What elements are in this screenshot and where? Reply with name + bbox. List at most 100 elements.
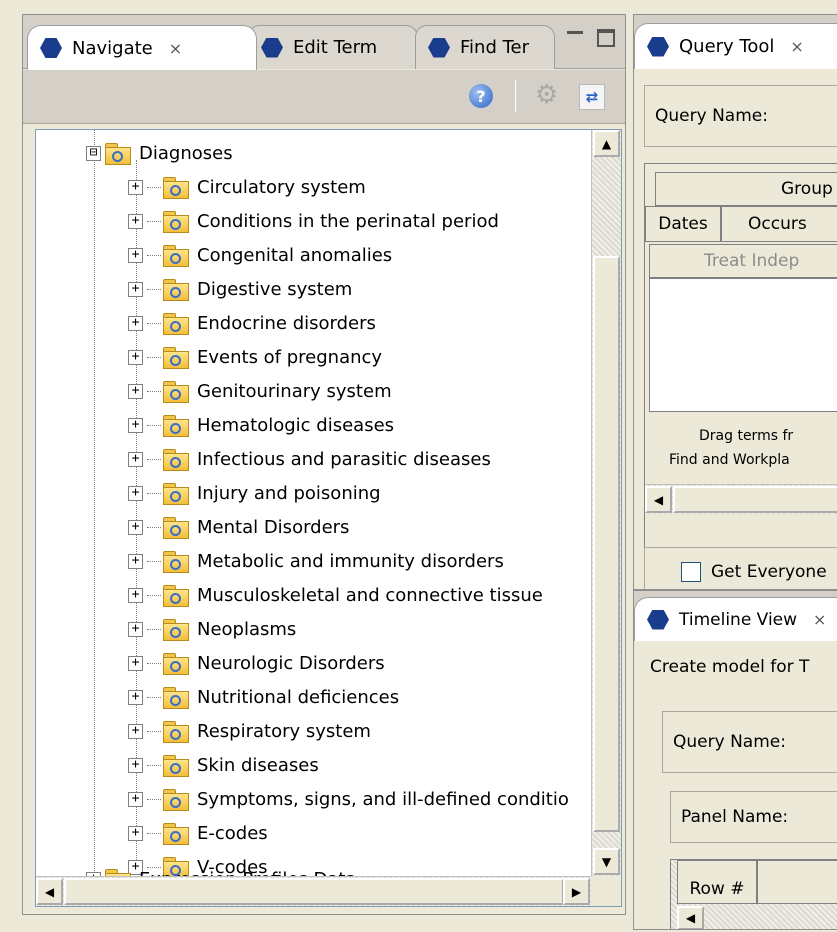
scroll-thumb[interactable] (593, 256, 620, 832)
help-icon[interactable]: ? (469, 84, 493, 108)
expand-icon[interactable]: + (128, 519, 143, 535)
tree-node-label: Genitourinary system (197, 380, 392, 402)
navigate-toolbar: ? ⚙ ⇄ (23, 70, 625, 124)
scroll-left-icon[interactable]: ◀ (677, 906, 704, 929)
tree-node-child[interactable]: + Symptoms, signs, and ill-defined condit… (128, 782, 569, 816)
sync-icon[interactable]: ⇄ (579, 84, 605, 110)
expand-icon[interactable]: + (128, 587, 143, 603)
maximize-icon[interactable] (597, 29, 615, 47)
scroll-down-icon[interactable]: ▼ (593, 848, 620, 875)
timeline-table: Row # ◀ (670, 859, 837, 929)
row-number-header[interactable]: Row # (677, 860, 757, 904)
tree-node-child[interactable]: + Respiratory system (128, 714, 371, 748)
navigate-tab-bar: Navigate ⨯ Edit Term Find Ter (23, 15, 625, 70)
gear-icon[interactable]: ⚙ (535, 82, 558, 108)
tree-node-label: Digestive system (197, 278, 353, 300)
query-drop-area[interactable] (649, 278, 837, 412)
expand-icon[interactable]: + (128, 451, 143, 467)
expand-icon[interactable]: + (128, 417, 143, 433)
expand-icon[interactable]: + (128, 281, 143, 297)
occurs-button[interactable]: Occurs (721, 206, 837, 242)
tree-node-child[interactable]: + Injury and poisoning (128, 476, 381, 510)
panel-name-label: Panel Name: (681, 807, 789, 827)
tree-node-child[interactable]: + Skin diseases (128, 748, 319, 782)
tree-connector (147, 424, 161, 426)
folder-icon (163, 415, 189, 437)
tree-node-child[interactable]: + Neoplasms (128, 612, 296, 646)
expand-icon[interactable]: + (128, 553, 143, 569)
tree-node-child[interactable]: + Events of pregnancy (128, 340, 382, 374)
tab-find-terms[interactable]: Find Ter (415, 25, 555, 69)
scroll-left-icon[interactable]: ◀ (645, 486, 672, 513)
tree-node-child[interactable]: + Genitourinary system (128, 374, 392, 408)
tree-node-child[interactable]: + Infectious and parasitic diseases (128, 442, 491, 476)
expand-icon[interactable]: + (128, 247, 143, 263)
expand-icon[interactable]: + (128, 791, 143, 807)
tree-node-child[interactable]: + Mental Disorders (128, 510, 349, 544)
scroll-right-icon[interactable]: ▶ (563, 878, 590, 905)
tree-vertical-scrollbar[interactable]: ▲ ▼ (591, 130, 621, 877)
tree-node-child[interactable]: + Neurologic Disorders (128, 646, 385, 680)
tree-node-child[interactable]: + Musculoskeletal and connective tissue (128, 578, 543, 612)
tree-node-label: Neoplasms (197, 618, 297, 640)
tree-node-child[interactable]: + Hematologic diseases (128, 408, 394, 442)
folder-icon (163, 789, 189, 811)
tree-node-child[interactable]: + Circulatory system (128, 170, 366, 204)
dates-button[interactable]: Dates (645, 206, 721, 242)
group-header[interactable]: Group (655, 172, 837, 206)
get-everyone-row[interactable]: Get Everyone (644, 547, 837, 589)
view-hex-icon (647, 36, 669, 57)
expand-icon[interactable]: + (128, 655, 143, 671)
tab-navigate[interactable]: Navigate ⨯ (27, 25, 257, 70)
tree-node-child[interactable]: + Congenital anomalies (128, 238, 392, 272)
tab-query-tool[interactable]: Query Tool ⨯ (634, 23, 837, 69)
close-icon[interactable]: ⨯ (169, 39, 182, 58)
tab-edit-term[interactable]: Edit Term (248, 25, 418, 69)
timeline-query-name-field[interactable]: Query Name: (662, 711, 837, 773)
tree-node-child[interactable]: + Nutritional deficiences (128, 680, 399, 714)
expand-icon[interactable]: + (128, 383, 143, 399)
expand-icon[interactable]: + (128, 315, 143, 331)
expand-icon[interactable]: + (128, 689, 143, 705)
expand-icon[interactable]: + (128, 621, 143, 637)
query-name-field[interactable]: Query Name: (644, 85, 837, 147)
tree-node-child[interactable]: + E-codes (128, 816, 268, 850)
tree-node-child[interactable]: + Conditions in the perinatal period (128, 204, 499, 238)
ontology-tree: ⊟ Diagnoses + Circulatory system + Conditio… (35, 129, 622, 907)
query-panel: Group Dates Occurs Treat Indep Drag term… (644, 163, 837, 563)
close-icon[interactable]: ⨯ (813, 610, 826, 629)
expand-icon[interactable]: + (128, 757, 143, 773)
tree-node-label: Metabolic and immunity disorders (197, 550, 504, 572)
tree-node-label: Symptoms, signs, and ill-defined conditi… (197, 788, 569, 810)
table-header-cell[interactable] (757, 860, 837, 904)
tree-connector (147, 832, 161, 834)
scroll-thumb[interactable] (64, 878, 564, 905)
query-horizontal-scrollbar[interactable]: ◀ (645, 484, 837, 514)
tree-node-expression-profiles[interactable]: + Expression Profiles Data (86, 862, 356, 877)
expand-icon[interactable]: + (128, 825, 143, 841)
tree-node-child[interactable]: + Digestive system (128, 272, 352, 306)
expand-icon[interactable]: + (128, 179, 143, 195)
tree-node-child[interactable]: + Endocrine disorders (128, 306, 376, 340)
scroll-thumb[interactable] (673, 486, 837, 513)
treat-independently-button[interactable]: Treat Indep (649, 244, 837, 278)
scroll-left-icon[interactable]: ◀ (36, 878, 63, 905)
folder-icon (163, 585, 189, 607)
collapse-icon[interactable]: ⊟ (86, 145, 101, 161)
get-everyone-checkbox[interactable] (681, 562, 701, 582)
tree-node-label: Neurologic Disorders (197, 652, 385, 674)
expand-icon[interactable]: + (128, 485, 143, 501)
tab-timeline-view[interactable]: Timeline View ⨯ (634, 597, 837, 641)
expand-icon[interactable]: + (128, 723, 143, 739)
close-icon[interactable]: ⨯ (790, 37, 803, 56)
expand-icon[interactable]: + (128, 213, 143, 229)
panel-name-field[interactable]: Panel Name: (670, 791, 837, 843)
tree-node-child[interactable]: + Metabolic and immunity disorders (128, 544, 504, 578)
expand-icon[interactable]: + (128, 349, 143, 365)
minimize-icon[interactable] (567, 31, 583, 47)
scroll-up-icon[interactable]: ▲ (593, 130, 620, 157)
tree-horizontal-scrollbar[interactable]: ◀ ▶ (36, 876, 592, 906)
tree-node-label: Infectious and parasitic diseases (197, 448, 491, 470)
navigate-view: Navigate ⨯ Edit Term Find Ter ? ⚙ ⇄ ⊟ Di… (22, 14, 626, 915)
tree-node-diagnoses[interactable]: ⊟ Diagnoses (86, 136, 233, 170)
